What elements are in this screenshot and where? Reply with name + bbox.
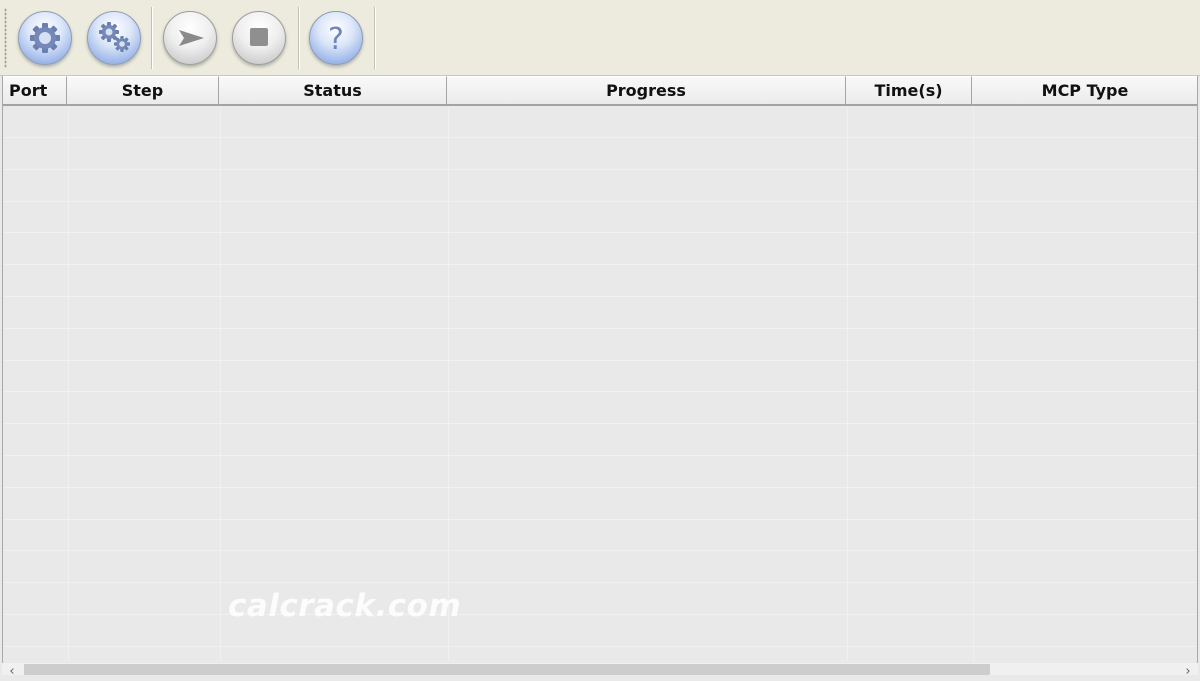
scrollbar-thumb[interactable] bbox=[24, 664, 990, 675]
watermark-text: calcrack.com bbox=[228, 588, 462, 624]
table-row[interactable] bbox=[3, 519, 1197, 552]
toolbar-separator bbox=[151, 7, 153, 69]
table-row[interactable] bbox=[3, 138, 1197, 170]
table-row[interactable] bbox=[3, 551, 1197, 584]
column-header-mcp-type[interactable]: MCP Type bbox=[972, 76, 1197, 106]
stop-button[interactable] bbox=[232, 11, 286, 65]
table-row[interactable] bbox=[3, 488, 1197, 520]
help-question-icon: ? bbox=[328, 22, 344, 57]
advanced-settings-button[interactable] bbox=[87, 11, 141, 65]
gear-icon bbox=[30, 23, 60, 53]
grid-header: Port Step Status Progress Time(s) MCP Ty… bbox=[3, 76, 1197, 106]
column-header-step[interactable]: Step bbox=[67, 76, 219, 106]
column-header-port[interactable]: Port bbox=[3, 76, 67, 106]
table-row[interactable] bbox=[3, 424, 1197, 456]
help-button[interactable]: ? bbox=[309, 11, 363, 65]
grid-body[interactable] bbox=[3, 106, 1197, 661]
toolbar: ? bbox=[0, 0, 1200, 76]
start-button[interactable] bbox=[163, 11, 217, 65]
table-row[interactable] bbox=[3, 360, 1197, 393]
column-header-progress[interactable]: Progress bbox=[447, 76, 846, 106]
table-row[interactable] bbox=[3, 170, 1197, 202]
column-header-time[interactable]: Time(s) bbox=[846, 76, 972, 106]
horizontal-scrollbar[interactable]: ‹ › bbox=[2, 663, 1198, 679]
table-row[interactable] bbox=[3, 106, 1197, 138]
toolbar-grip[interactable] bbox=[4, 8, 7, 68]
svg-text:?: ? bbox=[328, 22, 344, 57]
table-row[interactable] bbox=[3, 233, 1197, 266]
play-arrow-icon bbox=[179, 30, 204, 46]
table-row[interactable] bbox=[3, 265, 1197, 297]
table-row[interactable] bbox=[3, 615, 1197, 647]
scroll-left-arrow-icon[interactable]: ‹ bbox=[4, 663, 20, 679]
table-row[interactable] bbox=[3, 297, 1197, 329]
gears-icon bbox=[99, 22, 130, 52]
table-row[interactable] bbox=[3, 201, 1197, 234]
stop-icon bbox=[250, 28, 268, 46]
port-status-grid[interactable]: Port Step Status Progress Time(s) MCP Ty… bbox=[2, 76, 1198, 675]
toolbar-separator bbox=[298, 7, 300, 69]
toolbar-separator bbox=[374, 7, 376, 69]
table-row[interactable] bbox=[3, 456, 1197, 488]
scroll-right-arrow-icon[interactable]: › bbox=[1180, 663, 1196, 679]
table-row[interactable] bbox=[3, 392, 1197, 425]
table-row[interactable] bbox=[3, 329, 1197, 361]
table-row[interactable] bbox=[3, 583, 1197, 615]
settings-button[interactable] bbox=[18, 11, 72, 65]
column-header-status[interactable]: Status bbox=[219, 76, 447, 106]
